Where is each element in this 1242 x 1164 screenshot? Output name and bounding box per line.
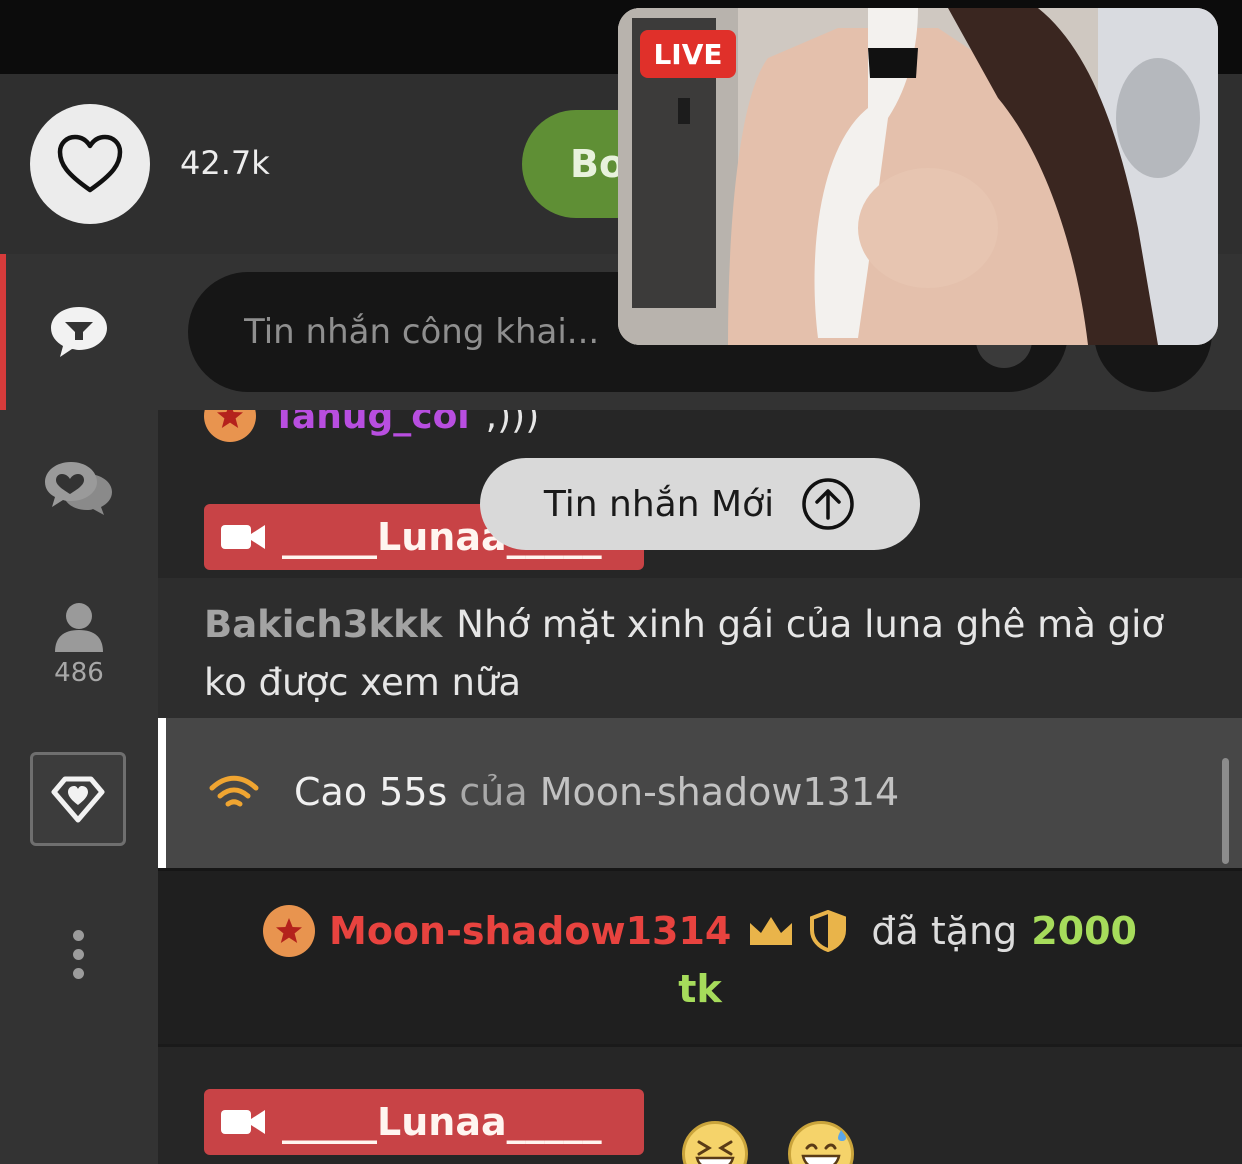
video-camera-icon — [221, 1110, 265, 1134]
host-name: _____Lunaa_____ — [282, 1100, 602, 1144]
crown-icon — [750, 917, 793, 945]
sidebar: 486 — [0, 254, 158, 1164]
public-chat-icon — [51, 307, 107, 357]
sidebar-item-public-chat[interactable] — [0, 254, 158, 410]
pinned-username[interactable]: Moon-shadow1314 — [540, 770, 899, 814]
shield-icon — [810, 910, 847, 952]
laughing-emoji-icon — [682, 1121, 748, 1164]
star-badge-icon — [204, 410, 256, 442]
scrollbar[interactable] — [1222, 758, 1229, 864]
chat-panel: Tanug_coi ,))) _____Lunaa_____ Tin nhắn … — [158, 254, 1242, 1164]
sidebar-item-viewers[interactable]: 486 — [0, 566, 158, 722]
grinning-sweat-emoji-icon — [788, 1121, 854, 1164]
new-messages-button[interactable]: Tin nhắn Mới — [480, 458, 920, 550]
live-preview-window[interactable]: LIVE — [618, 8, 1218, 345]
chat-message-text: ,))) — [485, 410, 540, 437]
chat-message: Bakich3kkk Nhớ mặt xinh gái của luna ghê … — [158, 578, 1242, 718]
private-chat-icon — [45, 462, 112, 515]
star-badge-icon — [263, 905, 315, 957]
gift-notification: Moon-shadow1314 đã tặng 2000 tk — [158, 868, 1242, 1044]
host-tag[interactable]: _____Lunaa_____ — [204, 1089, 644, 1155]
chat-username[interactable]: Bakich3kkk — [204, 603, 442, 646]
heart-icon — [57, 134, 123, 193]
gift-sender-username[interactable]: Moon-shadow1314 — [329, 909, 731, 953]
arrow-up-circle-icon — [802, 478, 854, 530]
live-badge: LIVE — [640, 30, 736, 78]
video-camera-icon — [221, 525, 265, 549]
gift-amount: 2000 — [1031, 909, 1137, 953]
viewers-count: 486 — [54, 658, 104, 688]
host-entry: _____Lunaa_____ — [158, 1044, 1242, 1164]
chat-username[interactable]: Tanug_coi — [272, 410, 470, 437]
gift-unit: tk — [678, 967, 722, 1011]
pinned-tip-message[interactable]: Cao 55s của Moon-shadow1314 — [158, 718, 1242, 868]
gift-verb: đã tặng — [871, 909, 1018, 953]
sidebar-item-private-chat[interactable] — [0, 410, 158, 566]
chat-message: Tanug_coi ,))) — [158, 410, 1242, 462]
sidebar-item-diamond[interactable] — [30, 752, 126, 846]
more-options-icon[interactable] — [70, 930, 86, 979]
like-button[interactable] — [30, 104, 150, 224]
pinned-label: Cao 55s — [294, 770, 448, 814]
diamond-icon — [51, 776, 105, 823]
user-icon — [55, 603, 103, 652]
wifi-signal-icon — [209, 775, 259, 807]
new-messages-label: Tin nhắn Mới — [543, 483, 775, 525]
like-count: 42.7k — [180, 144, 270, 182]
pinned-indicator — [158, 718, 166, 868]
pinned-connector: của — [459, 770, 528, 814]
